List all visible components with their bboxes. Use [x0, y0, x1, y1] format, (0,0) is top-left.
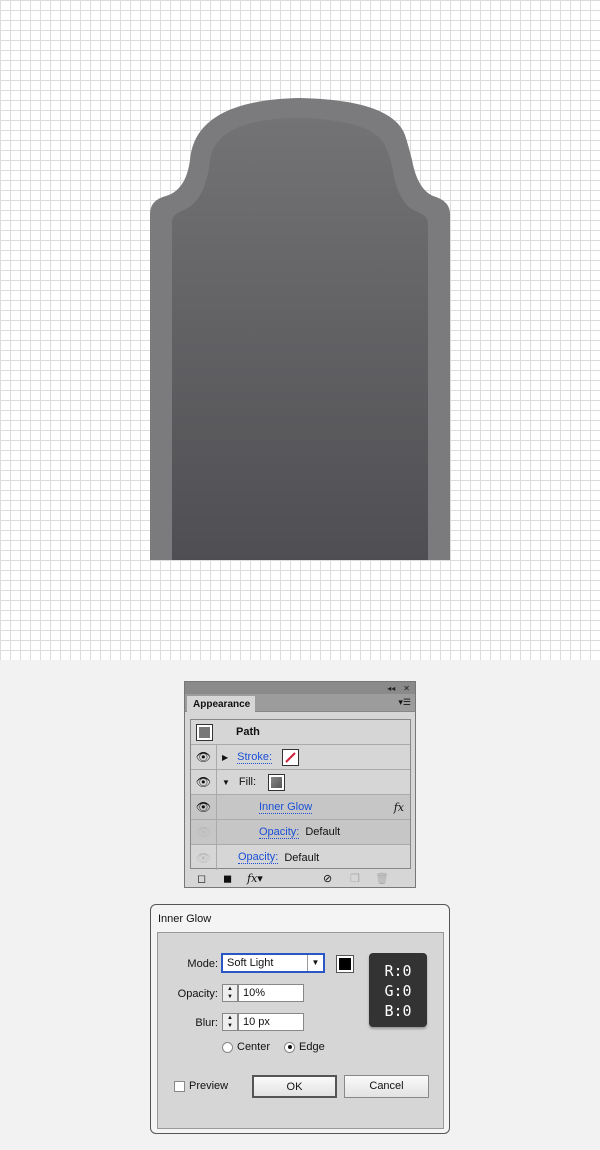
eye-icon[interactable]: 👁 — [191, 820, 217, 844]
glow-color-swatch[interactable] — [336, 955, 354, 973]
stroke-none-swatch[interactable] — [282, 748, 300, 766]
row-opacity[interactable]: 👁 Opacity: Default — [191, 845, 410, 870]
fill-opacity-link[interactable]: Opacity: — [259, 826, 300, 839]
mode-value: Soft Light — [227, 957, 274, 969]
duplicate-item-icon[interactable]: ❐ — [350, 872, 360, 885]
row-stroke[interactable]: 👁 ▶ Stroke: — [191, 745, 410, 770]
blur-label: Blur: — [195, 1017, 218, 1029]
add-stroke-icon[interactable]: ◻ — [197, 872, 206, 885]
preview-checkbox[interactable]: Preview — [174, 1080, 228, 1092]
close-icon[interactable]: ✕ — [403, 684, 410, 693]
opacity-input[interactable]: 10% — [238, 984, 304, 1002]
opacity-stepper[interactable]: ▲ ▼ — [222, 984, 238, 1002]
rgb-readout: R:0 G:0 B:0 — [369, 953, 427, 1027]
add-fill-icon[interactable]: ◼ — [223, 872, 232, 885]
inner-glow-dialog: Inner Glow Mode: Soft Light ▼ R:0 G:0 B:0 O… — [150, 904, 450, 1134]
rgb-g: G:0 — [384, 982, 412, 1000]
row-fill[interactable]: 👁 ▼ Fill: — [191, 770, 410, 795]
add-effect-fx-icon[interactable]: fx▾ — [247, 872, 263, 885]
rgb-b: B:0 — [384, 1002, 412, 1020]
fill-label: Fill: — [238, 776, 257, 788]
opacity-value: Default — [284, 851, 320, 864]
chevron-down-icon[interactable]: ▼ — [307, 955, 323, 971]
center-label: Center — [237, 1041, 271, 1053]
trash-icon[interactable]: 🗑 — [375, 872, 389, 885]
rgb-r: R:0 — [384, 962, 412, 980]
stroke-link[interactable]: Stroke: — [237, 751, 273, 764]
artboard-canvas[interactable] — [0, 0, 600, 660]
panel-titlebar[interactable]: ◂◂ ✕ — [185, 682, 415, 694]
collapse-icon[interactable]: ◂◂ — [387, 684, 395, 693]
dialog-title: Inner Glow — [158, 913, 212, 925]
fx-icon: fx — [393, 800, 404, 814]
row-path[interactable]: Path — [191, 720, 410, 745]
opacity-link[interactable]: Opacity: — [238, 851, 279, 864]
radio-icon[interactable] — [222, 1041, 233, 1053]
cancel-button[interactable]: Cancel — [344, 1075, 429, 1098]
expand-arrow-icon[interactable]: ▶ — [222, 753, 228, 762]
radio-selected-icon[interactable] — [284, 1041, 295, 1053]
checkbox-icon[interactable] — [174, 1080, 185, 1092]
panel-menu-icon[interactable]: ▾☰ — [398, 697, 411, 708]
shape-artwork — [150, 98, 450, 560]
row-fill-opacity[interactable]: 👁 Opacity: Default — [191, 820, 410, 845]
opacity-label: Opacity: — [177, 988, 218, 1000]
inner-glow-link[interactable]: Inner Glow — [259, 801, 313, 814]
clear-appearance-icon[interactable]: ⊘ — [323, 872, 332, 885]
mode-label: Mode: — [187, 958, 218, 970]
edge-radio[interactable]: Edge — [284, 1041, 325, 1053]
path-thumbnail — [195, 723, 213, 741]
blur-stepper[interactable]: ▲ ▼ — [222, 1013, 238, 1031]
row-inner-glow[interactable]: 👁 Inner Glow fx — [191, 795, 410, 820]
ok-button[interactable]: OK — [252, 1075, 337, 1098]
shape-inner — [172, 118, 428, 560]
collapse-arrow-icon[interactable]: ▼ — [222, 778, 230, 787]
fill-swatch[interactable] — [268, 773, 286, 791]
center-radio[interactable]: Center — [222, 1041, 270, 1053]
eye-icon[interactable]: 👁 — [191, 845, 217, 870]
appearance-panel: ◂◂ ✕ Appearance ▾☰ Path 👁 ▶ Stroke: 👁 ▼ Fill: … — [184, 681, 416, 888]
tab-appearance[interactable]: Appearance — [187, 696, 255, 713]
edge-label: Edge — [299, 1041, 325, 1053]
blur-input[interactable]: 10 px — [238, 1013, 304, 1031]
eye-icon[interactable]: 👁 — [191, 770, 217, 794]
eye-icon[interactable]: 👁 — [191, 745, 217, 769]
preview-label: Preview — [189, 1080, 229, 1092]
mode-select[interactable]: Soft Light ▼ — [221, 953, 325, 973]
fill-opacity-value: Default — [305, 826, 341, 838]
path-label: Path — [236, 726, 260, 738]
eye-icon[interactable]: 👁 — [191, 795, 217, 819]
